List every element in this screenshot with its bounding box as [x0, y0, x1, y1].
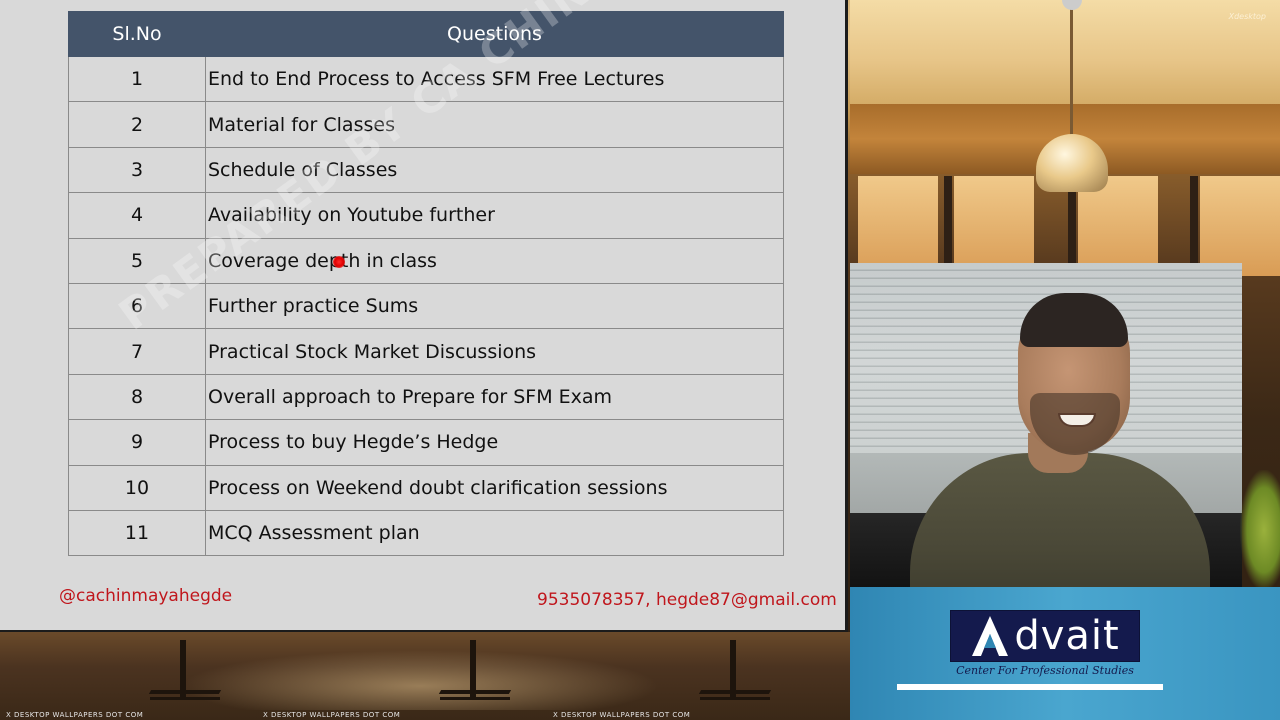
bottom-watermark: X DESKTOP WALLPAPERS DOT COM: [263, 711, 401, 719]
row-number: 7: [68, 328, 206, 375]
column-header-sl-no: Sl.No: [68, 11, 206, 57]
row-number: 1: [68, 55, 206, 103]
window-panel: [1200, 176, 1280, 276]
row-number: 11: [68, 509, 206, 557]
table-row: 6 Further practice Sums: [68, 282, 784, 330]
row-question: Process to buy Hegde’s Hedge: [205, 419, 784, 466]
row-question: MCQ Assessment plan: [205, 509, 784, 557]
plant-icon: [1240, 470, 1280, 590]
row-question: Availability on Youtube further: [205, 192, 784, 239]
column-header-questions: Questions: [205, 11, 784, 57]
top-watermark: Xdesktop: [1228, 12, 1266, 21]
window-frame: [944, 176, 952, 276]
lamp-cord: [1070, 0, 1073, 136]
row-number: 2: [68, 101, 206, 148]
table-row: 11 MCQ Assessment plan: [68, 509, 784, 557]
row-number: 5: [68, 237, 206, 284]
row-number: 9: [68, 419, 206, 466]
logo-underline: [897, 684, 1163, 690]
row-question: Coverage depth in class: [205, 237, 784, 284]
ceiling: [850, 0, 1280, 110]
bottom-watermark: X DESKTOP WALLPAPERS DOT COM: [553, 711, 691, 719]
logo-wordmark: dvait: [1014, 613, 1120, 659]
advait-a-mark-icon: [972, 616, 1009, 656]
row-question: Material for Classes: [205, 101, 784, 148]
row-question: Schedule of Classes: [205, 146, 784, 194]
office-chair-icon: [700, 640, 770, 700]
table-row: 1 End to End Process to Access SFM Free L…: [68, 55, 784, 103]
contact-info: 9535078357, hegde87@gmail.com: [537, 590, 837, 610]
floor-glare: [180, 650, 660, 710]
row-question: Overall approach to Prepare for SFM Exam: [205, 373, 784, 421]
row-number: 8: [68, 373, 206, 421]
row-question: Further practice Sums: [205, 282, 784, 330]
window-panel: [858, 176, 938, 276]
table-row: 10 Process on Weekend doubt clarification…: [68, 464, 784, 511]
office-chair-icon: [150, 640, 220, 700]
social-handle: @cachinmayahegde: [59, 586, 233, 606]
row-question: Process on Weekend doubt clarification s…: [205, 464, 784, 511]
table-row: 5 Coverage depth in class: [68, 237, 784, 284]
presenter-video: [850, 263, 1242, 587]
advait-logo: dvait: [950, 610, 1140, 662]
presentation-slide: Sl.No Questions 1 End to End Process to A…: [0, 0, 863, 632]
table-row: 2 Material for Classes: [68, 101, 784, 148]
table-row: 7 Practical Stock Market Discussions: [68, 328, 784, 375]
row-question: End to End Process to Access SFM Free Le…: [205, 55, 784, 103]
table-row: 3 Schedule of Classes: [68, 146, 784, 194]
row-number: 3: [68, 146, 206, 194]
window-panel: [954, 176, 1034, 276]
row-question: Practical Stock Market Discussions: [205, 328, 784, 375]
row-number: 4: [68, 192, 206, 239]
logo-tagline: Center For Professional Studies: [956, 664, 1134, 677]
window-frame: [1190, 176, 1198, 276]
bottom-watermark: X DESKTOP WALLPAPERS DOT COM: [6, 711, 144, 719]
questions-table: Sl.No Questions 1 End to End Process to A…: [68, 11, 784, 557]
presenter-shirt: [910, 453, 1210, 587]
table-row: 4 Availability on Youtube further: [68, 192, 784, 239]
table-row: 8 Overall approach to Prepare for SFM Exa…: [68, 373, 784, 421]
laser-pointer-icon: [333, 256, 345, 268]
table-row: 9 Process to buy Hegde’s Hedge: [68, 419, 784, 466]
table-header-row: Sl.No Questions: [68, 11, 784, 57]
office-chair-icon: [440, 640, 510, 700]
row-number: 10: [68, 464, 206, 511]
row-number: 6: [68, 282, 206, 330]
